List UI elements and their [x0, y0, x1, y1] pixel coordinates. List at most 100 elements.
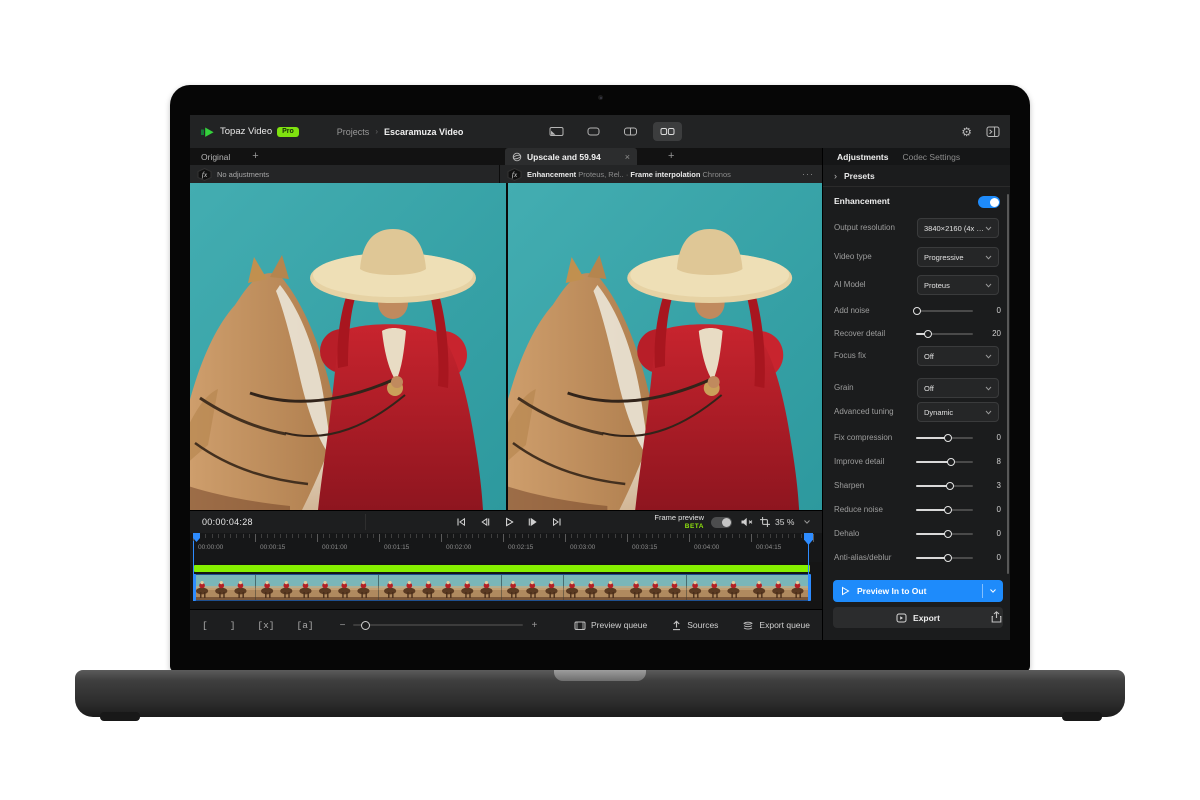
crop-button[interactable] [759, 516, 771, 528]
enhancement-chip-label[interactable]: Enhancement [527, 170, 576, 179]
timeline-zoom-out-button[interactable]: − [340, 620, 346, 631]
single-view-button[interactable] [579, 122, 608, 141]
share-export-icon[interactable] [991, 611, 1002, 623]
grain-row: Grain Off [823, 378, 1010, 398]
split-view-button[interactable] [616, 122, 645, 141]
sources-button[interactable]: Sources [671, 620, 718, 631]
sources-label: Sources [687, 620, 718, 630]
app-logo[interactable]: Topaz Video Pro [201, 126, 299, 138]
ruler-tick [553, 534, 554, 538]
frame-preview-block: Frame preview BETA [642, 514, 704, 529]
out-point-marker[interactable] [804, 533, 813, 545]
playhead-in-marker[interactable] [193, 533, 200, 542]
slider-knob[interactable] [361, 621, 370, 630]
original-preview-header: fx No adjustments [190, 165, 500, 183]
queue-actions: Preview queue Sources Export queue [574, 620, 822, 631]
ruler-tick [410, 534, 411, 538]
set-in-point-button[interactable]: [ [202, 620, 208, 631]
ruler-tick [639, 534, 640, 538]
skip-to-end-button[interactable] [551, 516, 563, 528]
reduce-noise-slider[interactable] [916, 509, 973, 511]
preview-more-menu[interactable]: ··· [802, 169, 814, 179]
tab-original[interactable]: Original [201, 152, 230, 162]
recover-detail-slider[interactable] [916, 333, 973, 335]
tab-close-icon[interactable]: × [625, 152, 630, 162]
dropdown-value: Dynamic [924, 408, 983, 417]
step-forward-button[interactable] [527, 516, 539, 528]
preview-compare-area[interactable] [190, 183, 822, 510]
timeline[interactable]: 00:00:0000:00:1500:01:0000:01:1500:02:00… [190, 533, 822, 601]
trim-handle-in[interactable] [193, 574, 196, 601]
settings-gear-button[interactable]: ⚙ [961, 126, 972, 138]
ruler-tick [255, 534, 256, 542]
ruler-tick [360, 534, 361, 538]
anti-alias-deblur-slider[interactable] [916, 557, 973, 559]
toggle-panel-button[interactable] [986, 125, 1000, 138]
slider-value: 0 [979, 306, 1001, 315]
ruler-tick [317, 534, 318, 542]
tab-codec-settings[interactable]: Codec Settings [902, 152, 960, 162]
tab-adjustments[interactable]: Adjustments [837, 152, 888, 162]
filmstrip-thumbnail [379, 575, 441, 600]
improve-detail-row: Improve detail 8 [823, 452, 1010, 472]
ruler-tick [528, 534, 529, 538]
auto-in-out-button[interactable]: [a] [297, 620, 314, 631]
preview-in-to-out-button[interactable]: Preview In to Out [833, 580, 1003, 602]
improve-detail-slider[interactable] [916, 461, 973, 463]
tab-upscale[interactable]: Upscale and 59.94 × [505, 148, 637, 165]
advanced-tuning-dropdown[interactable]: Dynamic [917, 402, 999, 422]
ai-model-dropdown[interactable]: Proteus [917, 275, 999, 295]
ruler-tick [367, 534, 368, 538]
preview-options-chevron[interactable] [983, 588, 1003, 594]
enhancement-toggle[interactable] [978, 196, 1000, 208]
ruler-tick [391, 534, 392, 538]
new-tab-button-right[interactable]: + [668, 151, 674, 162]
ruler-tick [546, 534, 547, 538]
toggle-knob [722, 518, 731, 527]
export-button[interactable]: Export [833, 607, 1003, 628]
sidebar-scrollbar[interactable] [1007, 194, 1009, 574]
comparison-view-button[interactable] [542, 122, 571, 141]
zoom-dropdown-chevron-icon[interactable] [803, 519, 811, 525]
ruler-tick [788, 534, 789, 538]
play-button[interactable] [503, 516, 515, 528]
ruler-tick [484, 534, 485, 538]
step-back-button[interactable] [479, 516, 491, 528]
export-queue-button[interactable]: Export queue [742, 620, 810, 631]
row-label: Output resolution [834, 223, 895, 232]
filmstrip-thumbnail [687, 575, 749, 600]
chevron-down-icon [985, 255, 992, 260]
grain-dropdown[interactable]: Off [917, 378, 999, 398]
new-tab-button-left[interactable]: + [252, 151, 258, 162]
clear-in-out-button[interactable]: [x] [257, 620, 274, 631]
add-noise-slider[interactable] [916, 310, 973, 312]
video-type-dropdown[interactable]: Progressive [917, 247, 999, 267]
output-resolution-row: Output resolution 3840×2160 (4x … [823, 218, 1010, 238]
mute-audio-button[interactable] [740, 516, 753, 528]
focus-fix-dropdown[interactable]: Off [917, 346, 999, 366]
dehalo-slider[interactable] [916, 533, 973, 535]
filmstrip[interactable] [194, 574, 810, 601]
skip-to-start-button[interactable] [455, 516, 467, 528]
frame-preview-toggle[interactable] [711, 517, 732, 528]
breadcrumb-projects[interactable]: Projects [337, 127, 370, 137]
ruler-tick [584, 534, 585, 538]
sharpen-slider[interactable] [916, 485, 973, 487]
topaz-video-app-window: Topaz Video Pro Projects › Escaramuza Vi… [190, 115, 1010, 640]
timeline-zoom-in-button[interactable]: + [531, 620, 537, 631]
preview-zoom-level[interactable]: 35 % [775, 517, 794, 527]
ruler-tick [708, 534, 709, 538]
set-out-point-button[interactable]: ] [230, 620, 236, 631]
side-by-side-view-button[interactable] [653, 122, 682, 141]
comparison-view-icon [549, 126, 564, 137]
fix-compression-slider[interactable] [916, 437, 973, 439]
preview-queue-button[interactable]: Preview queue [574, 620, 647, 631]
toggle-knob [990, 198, 999, 207]
filmstrip-thumbnail [256, 575, 318, 600]
timeline-ruler[interactable]: 00:00:0000:00:1500:01:0000:01:1500:02:00… [190, 533, 822, 562]
timeline-zoom-slider[interactable] [353, 624, 523, 626]
presets-section-header[interactable]: › Presets [823, 165, 1010, 187]
frame-interpolation-chip-label[interactable]: Frame interpolation [630, 170, 700, 179]
timeline-timecode-label: 00:03:00 [570, 544, 595, 551]
output-resolution-dropdown[interactable]: 3840×2160 (4x … [917, 218, 999, 238]
